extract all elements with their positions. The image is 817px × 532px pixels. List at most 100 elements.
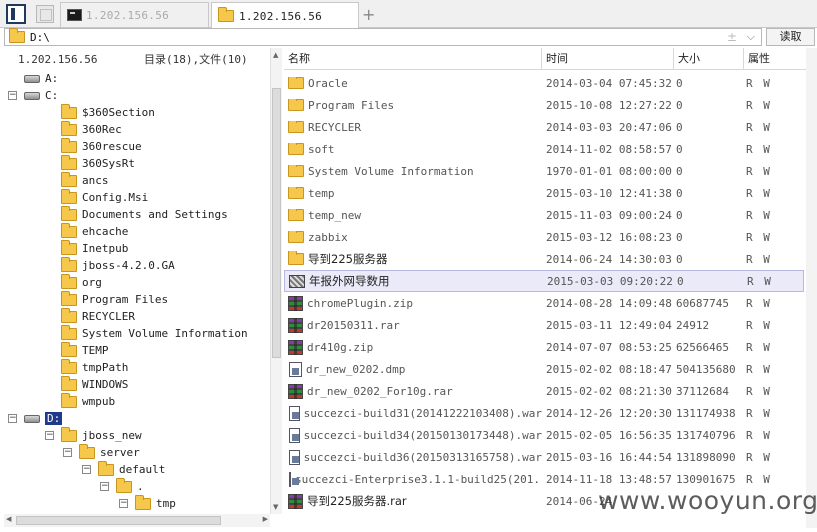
tree-node[interactable]: jboss-4.2.0.GA [61, 256, 175, 274]
file-name-cell: dr20150311.rar [288, 317, 542, 333]
tree-node[interactable]: tmpPath [61, 358, 128, 376]
file-row[interactable]: 年报外网导数用 2015-03-03 09:20:22 0 R W [284, 270, 804, 292]
tree-node[interactable]: . [116, 477, 144, 495]
file-row[interactable]: 导到225服务器 2014-06-24 14:30:03 0 R W [284, 248, 804, 270]
tree-node[interactable]: Config.Msi [61, 188, 149, 206]
tab-terminal[interactable]: 1.202.156.56 [60, 2, 209, 27]
tree-expander-icon[interactable]: − [45, 431, 54, 440]
tree-node[interactable]: 360SysRt [61, 154, 135, 172]
tree-node[interactable]: 360Rec [61, 120, 122, 138]
file-name: soft [308, 142, 335, 156]
read-button[interactable]: 读取 [766, 28, 815, 46]
tree-node[interactable]: Documents and Settings [61, 205, 228, 223]
tree-node[interactable]: WINDOWS [61, 375, 128, 393]
file-list-scrollbar[interactable] [806, 48, 817, 528]
tree-node[interactable]: $360Section [61, 103, 155, 121]
tree-node[interactable]: A: [24, 70, 58, 87]
tree-node[interactable]: RECYCLER [61, 307, 135, 325]
file-attributes: R W [746, 164, 772, 178]
tree-expander-icon[interactable]: − [63, 448, 72, 457]
tree-node-label: Config.Msi [82, 191, 149, 204]
folder-icon [288, 164, 304, 177]
file-name-cell: Program Files [288, 98, 542, 112]
file-row[interactable]: dr20150311.rar 2015-03-11 12:49:04 24912 R … [284, 314, 804, 336]
tree-node[interactable]: jboss_new [61, 426, 142, 444]
column-name[interactable]: 名称 [284, 48, 542, 70]
tree-node[interactable]: C: [24, 87, 58, 104]
tree-node[interactable]: ancs [61, 171, 109, 189]
file-row[interactable]: dr_new_0202_For10g.rar 2015-02-02 08:21:3… [284, 380, 804, 402]
column-size[interactable]: 大小 [674, 48, 744, 70]
scroll-down-icon[interactable]: ▼ [273, 503, 278, 511]
file-row[interactable]: zabbix 2015-03-12 16:08:23 0 R W [284, 226, 804, 248]
pin-icon[interactable] [36, 5, 54, 23]
file-row[interactable]: soft 2014-11-02 08:58:57 0 R W [284, 138, 804, 160]
file-name-cell: succezci-Enterprise3.1.1-build25(201... [288, 471, 542, 487]
scrollbar-thumb[interactable] [272, 88, 281, 358]
folder-icon [61, 205, 77, 221]
tree-node[interactable]: Program Files [61, 290, 168, 308]
tree-node[interactable]: 360rescue [61, 137, 142, 155]
scrollbar-thumb[interactable] [16, 516, 221, 525]
tree-node[interactable]: default [98, 460, 165, 478]
file-row[interactable]: System Volume Information 1970-01-01 08:0… [284, 160, 804, 182]
column-attributes[interactable]: 属性 [744, 48, 806, 70]
tree-node[interactable]: tmp [135, 494, 176, 512]
folder-icon [61, 392, 77, 408]
file-row[interactable]: succezci-build34(20150130173448).war 2015… [284, 424, 804, 446]
file-name-cell: temp_new [288, 208, 542, 222]
tab-file-manager[interactable]: 1.202.156.56 [211, 2, 359, 29]
folder-icon [116, 477, 132, 493]
tree-node[interactable]: org [61, 273, 102, 291]
tree-node[interactable]: System Volume Information [61, 324, 248, 342]
tree-expander-icon[interactable]: − [8, 414, 17, 423]
tree-node[interactable]: TEMP [61, 341, 109, 359]
file-name-cell: succezci-build36(20150313165758).war [288, 449, 542, 465]
scroll-up-icon[interactable]: ▲ [273, 51, 278, 59]
file-row[interactable]: chromePlugin.zip 2014-08-28 14:09:48 60687… [284, 292, 804, 314]
tree-expander-icon[interactable]: − [82, 465, 91, 474]
scroll-right-icon[interactable]: ▶ [263, 515, 268, 523]
column-time[interactable]: 时间 [542, 48, 674, 70]
file-time: 2015-02-02 08:21:30 [546, 384, 672, 398]
chevron-down-icon[interactable]: ⌵ [747, 30, 755, 44]
add-tab-icon[interactable]: + [362, 5, 375, 24]
file-row[interactable]: succezci-build36(20150313165758).war 2015… [284, 446, 804, 468]
file-row[interactable]: succezci-build31(20141222103408).war 2014… [284, 402, 804, 424]
tree-horizontal-scrollbar[interactable]: ◀ ▶ [4, 514, 270, 527]
file-row[interactable]: dr_new_0202.dmp 2015-02-02 08:18:47 504135… [284, 358, 804, 380]
tree-node-label: C: [45, 89, 59, 102]
file-time: 2015-02-02 08:18:47 [546, 362, 672, 376]
file-name: temp_new [308, 208, 361, 222]
tree-node-label: System Volume Information [82, 327, 248, 340]
tree-node[interactable]: wmpub [61, 392, 115, 410]
file-attributes: R W [746, 428, 772, 442]
folder-icon [61, 358, 77, 374]
archive-file-icon [288, 339, 303, 355]
tree-expander-icon[interactable]: − [8, 91, 17, 100]
bookmark-add-icon[interactable]: ± [727, 30, 737, 44]
archive-file-icon [288, 317, 303, 333]
tree-node[interactable]: ehcache [61, 222, 128, 240]
file-attributes: R W [746, 230, 772, 244]
file-row[interactable]: Program Files 2015-10-08 12:27:22 0 R W [284, 94, 804, 116]
tree-vertical-scrollbar[interactable]: ▲ ▼ [270, 48, 282, 514]
tree-node[interactable]: Inetpub [61, 239, 128, 257]
file-row[interactable]: dr410g.zip 2014-07-07 08:53:25 62566465 R W [284, 336, 804, 358]
tree-expander-icon[interactable]: − [119, 499, 128, 508]
menu-icon[interactable] [6, 4, 26, 24]
file-row[interactable]: Oracle 2014-03-04 07:45:32 0 R W [284, 72, 804, 94]
tree-node-label: server [100, 446, 140, 459]
file-row[interactable]: temp 2015-03-10 12:41:38 0 R W [284, 182, 804, 204]
path-input[interactable]: D:\ ± ⌵ [4, 28, 762, 46]
scroll-left-icon[interactable]: ◀ [6, 515, 11, 523]
file-time: 2014-11-02 08:58:57 [546, 142, 672, 156]
tree-node[interactable]: server [79, 443, 140, 461]
file-name-cell: succezci-build34(20150130173448).war [288, 427, 542, 443]
tree-node[interactable]: D: [24, 410, 63, 427]
file-row[interactable]: temp_new 2015-11-03 09:00:24 0 R W [284, 204, 804, 226]
tree-expander-icon[interactable]: − [100, 482, 109, 491]
tree-node-label: 360rescue [82, 140, 142, 153]
file-row[interactable]: RECYCLER 2014-03-03 20:47:06 0 R W [284, 116, 804, 138]
file-name: Oracle [308, 76, 348, 90]
